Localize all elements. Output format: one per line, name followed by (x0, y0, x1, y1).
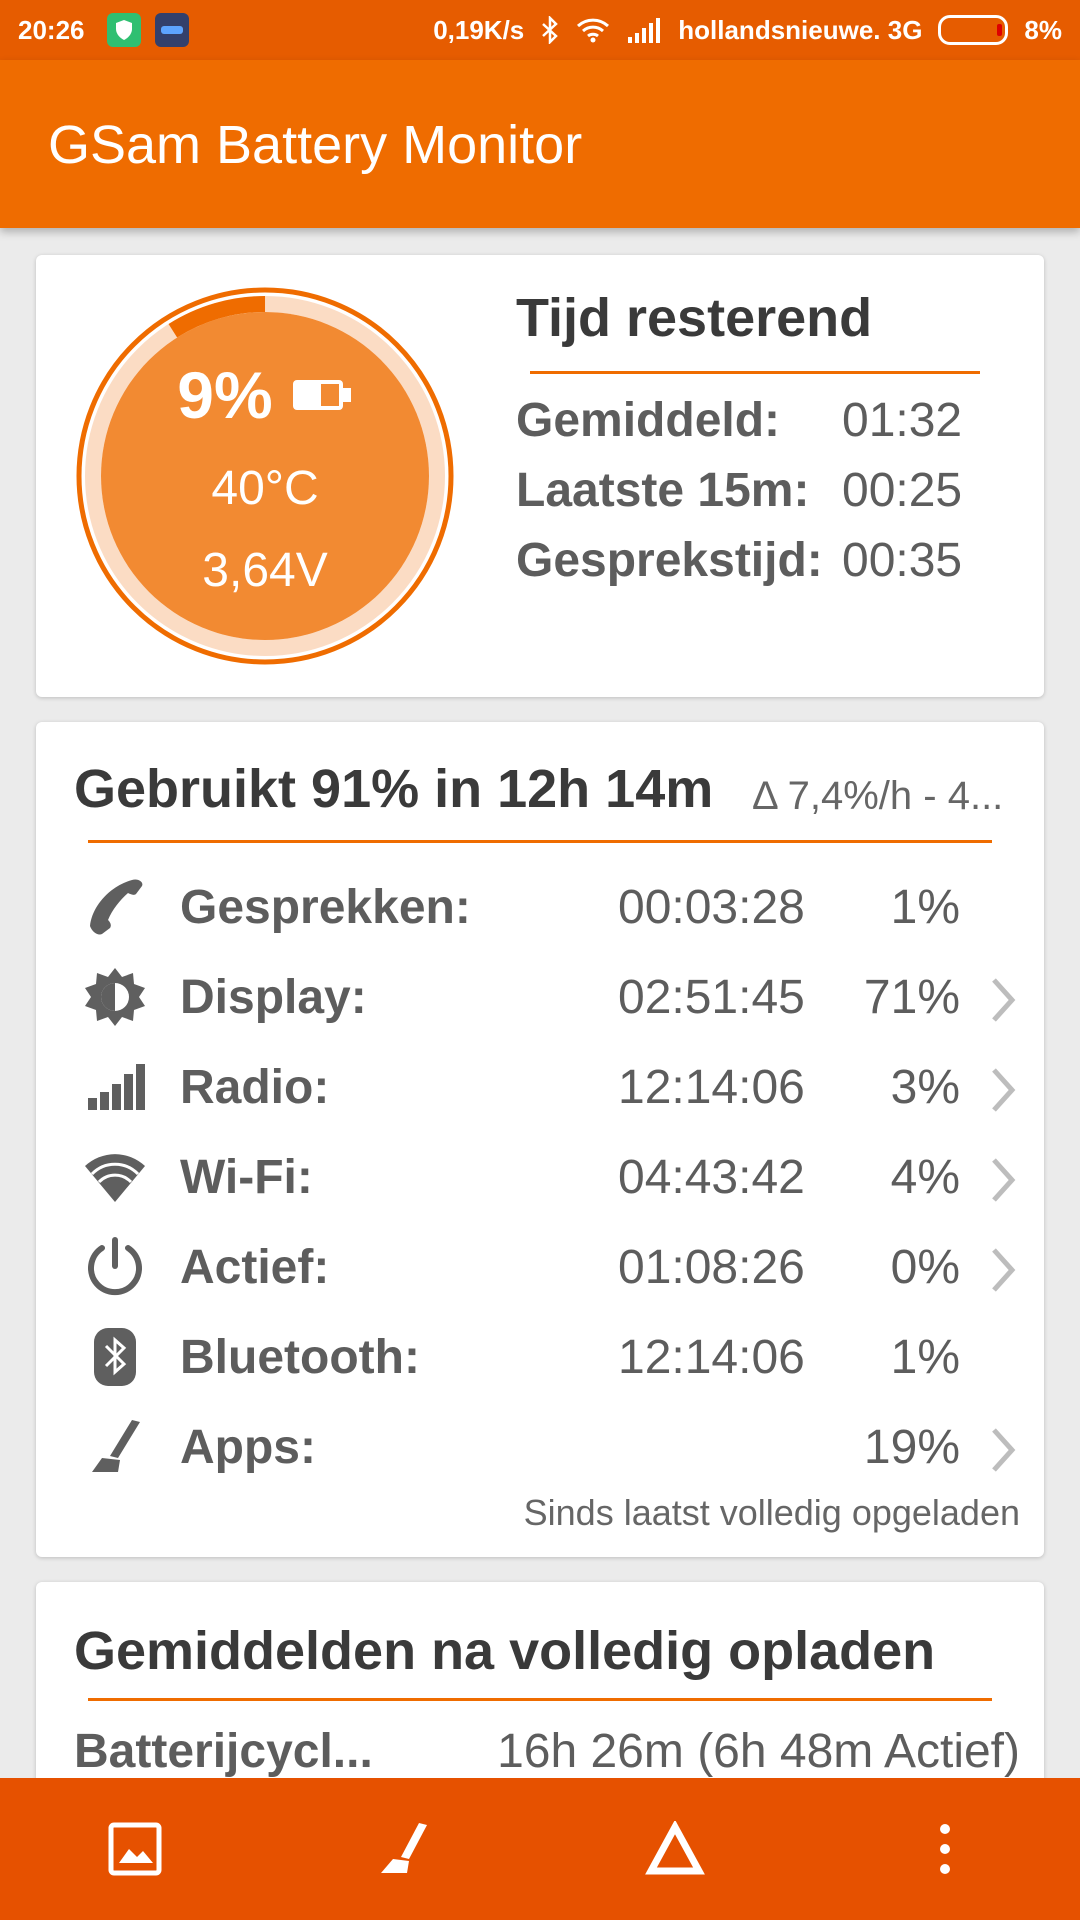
row-percent: 71% (863, 971, 960, 1024)
battery-percent-value: 9% (177, 358, 273, 432)
signal-bars-icon (88, 1064, 145, 1110)
battery-percent: 8% (1024, 14, 1062, 45)
usage-row-active[interactable]: Actief: 01:08:26 0% (36, 1222, 1044, 1312)
usage-rate: Δ 7,4%/h - 4... (752, 774, 1004, 818)
app-title: GSam Battery Monitor (48, 115, 583, 175)
row-time: 02:51:45 (618, 971, 805, 1024)
averages-title: Gemiddelden na volledig opladen (74, 1621, 936, 1681)
row-percent: 19% (863, 1421, 960, 1474)
row-time: 00:03:28 (618, 881, 805, 934)
battery-icon (938, 15, 1009, 45)
delta-button[interactable] (625, 1799, 725, 1899)
row-label: Gesprekken: (180, 881, 471, 934)
chevron-right-icon[interactable] (988, 1156, 1018, 1204)
apps-button[interactable] (355, 1799, 455, 1899)
row-label: Radio: (180, 1061, 330, 1114)
row-value: 01:32 (842, 394, 963, 447)
brightness-icon (85, 968, 145, 1026)
usage-row-calls: Gesprekken: 00:03:28 1% (36, 862, 1044, 952)
row-value: 00:25 (842, 464, 963, 517)
apps-icon (92, 1420, 140, 1472)
app-bar: GSam Battery Monitor (0, 60, 1080, 228)
divider (88, 1698, 992, 1701)
more-button[interactable] (895, 1799, 995, 1899)
usage-row-apps[interactable]: Apps: 19% (36, 1402, 1044, 1492)
chevron-right-icon[interactable] (988, 1246, 1018, 1294)
battery-voltage: 3,64V (202, 544, 328, 597)
chevron-right-icon[interactable] (988, 1426, 1018, 1474)
usage-row-wifi[interactable]: Wi-Fi: 04:43:42 4% (36, 1132, 1044, 1222)
row-label: Laatste 15m: (516, 464, 810, 517)
row-percent: 1% (890, 1331, 960, 1384)
app-icon (154, 13, 189, 47)
bluetooth-icon (540, 16, 560, 44)
row-percent: 4% (890, 1151, 960, 1204)
row-label: Display: (180, 971, 367, 1024)
time-remaining-title: Tijd resterend (516, 288, 873, 348)
status-bar: 20:26 0,19K/s hollandsnieuwe. 3G 8% (0, 0, 1080, 60)
row-percent: 3% (890, 1061, 960, 1114)
usage-footer: Sinds laatst volledig opgeladen (523, 1492, 1020, 1533)
row-time: 12:14:06 (618, 1061, 805, 1114)
battery-card[interactable]: 9% 40°C 3,64V Tijd resterend Gemiddeld: … (36, 255, 1044, 697)
wifi-icon (576, 17, 610, 43)
image-button[interactable] (85, 1799, 185, 1899)
status-time: 20:26 (18, 14, 85, 45)
shield-icon (106, 13, 141, 47)
chevron-right-icon[interactable] (988, 1066, 1018, 1114)
apps-icon (381, 1823, 427, 1873)
row-percent: 1% (890, 881, 960, 934)
row-value: 00:35 (842, 534, 963, 587)
signal-icon (626, 17, 662, 43)
row-label: Apps: (180, 1421, 316, 1474)
battery-small-icon (292, 380, 351, 410)
divider (88, 840, 992, 843)
bottom-navigation (0, 1778, 1080, 1920)
averages-card: Gemiddelden na volledig opladen Batterij… (36, 1582, 1044, 1802)
usage-card: Gebruikt 91% in 12h 14m Δ 7,4%/h - 4... … (36, 722, 1044, 1557)
row-time: 01:08:26 (618, 1241, 805, 1294)
row-value: 16h 26m (6h 48m Actief) (497, 1725, 1020, 1778)
time-remaining-row: Laatste 15m: 00:25 (516, 463, 962, 518)
image-icon (108, 1822, 162, 1876)
usage-title: Gebruikt 91% in 12h 14m (74, 759, 714, 819)
bluetooth-icon (94, 1328, 136, 1386)
wifi-icon (85, 1154, 145, 1202)
usage-row-radio[interactable]: Radio: 12:14:06 3% (36, 1042, 1044, 1132)
row-label: Actief: (180, 1241, 330, 1294)
row-label: Bluetooth: (180, 1331, 420, 1384)
usage-row-bluetooth: Bluetooth: 12:14:06 1% (36, 1312, 1044, 1402)
chevron-right-icon[interactable] (988, 976, 1018, 1024)
row-time: 12:14:06 (618, 1331, 805, 1384)
row-label: Gesprekstijd: (516, 534, 823, 587)
battery-percent-display: 9% (74, 357, 456, 433)
divider (530, 371, 980, 374)
row-label: Gemiddeld: (516, 394, 781, 447)
power-icon (88, 1237, 142, 1296)
delta-icon (645, 1821, 705, 1875)
battery-temperature: 40°C (211, 462, 319, 515)
more-vert-icon (940, 1824, 950, 1874)
carrier-label: hollandsnieuwe. 3G (678, 14, 923, 45)
row-label: Wi-Fi: (180, 1151, 313, 1204)
row-percent: 0% (890, 1241, 960, 1294)
row-label: Batterijcycl... (74, 1725, 373, 1778)
battery-gauge[interactable]: 9% 40°C 3,64V (74, 285, 456, 667)
time-remaining-row: Gesprekstijd: 00:35 (516, 533, 962, 588)
usage-row-display[interactable]: Display: 02:51:45 71% (36, 952, 1044, 1042)
net-speed: 0,19K/s (433, 14, 525, 45)
time-remaining-row: Gemiddeld: 01:32 (516, 393, 962, 448)
row-time: 04:43:42 (618, 1151, 805, 1204)
phone-icon (90, 879, 143, 935)
